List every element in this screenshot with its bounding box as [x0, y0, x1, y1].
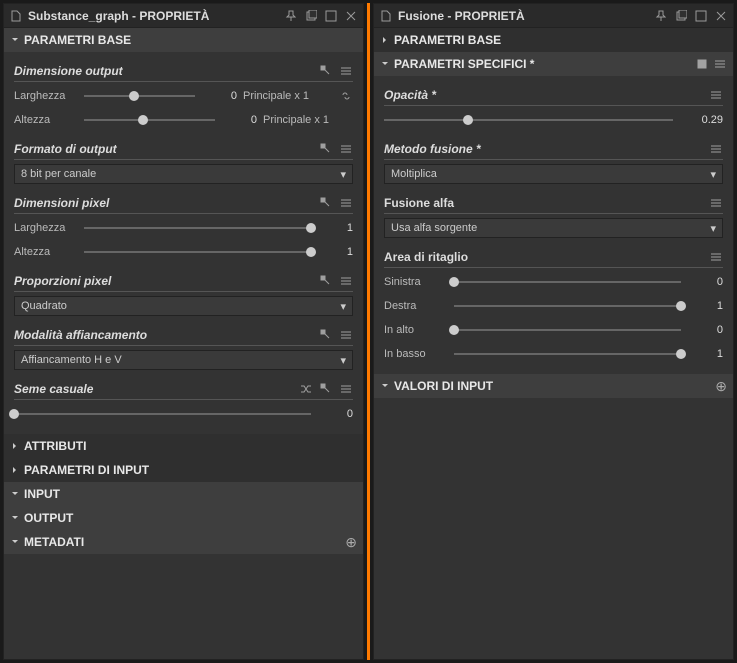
- row-in-alto: In alto 0: [384, 320, 723, 340]
- expose-icon[interactable]: [319, 142, 333, 156]
- link-icon[interactable]: [339, 89, 353, 103]
- row-in-basso: In basso 1: [384, 344, 723, 364]
- right-panel: Fusione - PROPRIETÀ PARAMETRI BASE PARAM…: [373, 3, 734, 660]
- popout-icon[interactable]: [673, 8, 689, 24]
- chevron-down-icon: [10, 489, 20, 499]
- chevron-down-icon: [380, 59, 390, 69]
- preset-icon[interactable]: [695, 57, 709, 71]
- menu-icon[interactable]: [339, 274, 353, 288]
- slider-larghezza[interactable]: [84, 88, 195, 104]
- group-fusione-alfa: Fusione alfa: [384, 192, 723, 214]
- section-parametri-base-right[interactable]: PARAMETRI BASE: [374, 28, 733, 52]
- section-parametri-input[interactable]: PARAMETRI DI INPUT: [4, 458, 363, 482]
- menu-icon[interactable]: [709, 250, 723, 264]
- chevron-down-icon: [380, 381, 390, 391]
- row-pixel-altezza: Altezza 1: [14, 242, 353, 262]
- group-proporzioni-pixel: Proporzioni pixel: [14, 270, 353, 292]
- group-metodo-fusione: Metodo fusione *: [384, 138, 723, 160]
- chevron-down-icon: ▾: [340, 168, 346, 181]
- panel-title: Substance_graph - PROPRIETÀ: [28, 9, 279, 23]
- chevron-right-icon: [10, 441, 20, 451]
- select-fusione-alfa[interactable]: Usa alfa sorgente ▾: [384, 218, 723, 238]
- menu-icon[interactable]: [709, 88, 723, 102]
- slider-in-alto[interactable]: [454, 322, 681, 338]
- chevron-down-icon: [10, 537, 20, 547]
- row-seme: 0: [14, 404, 353, 424]
- panel-title: Fusione - PROPRIETÀ: [398, 9, 649, 23]
- slider-opacita[interactable]: [384, 112, 673, 128]
- menu-icon[interactable]: [339, 142, 353, 156]
- menu-icon[interactable]: [709, 196, 723, 210]
- slider-pixel-altezza[interactable]: [84, 244, 311, 260]
- group-seme: Seme casuale: [14, 378, 353, 400]
- panel-header: Fusione - PROPRIETÀ: [374, 4, 733, 28]
- section-attributi[interactable]: ATTRIBUTI: [4, 434, 363, 458]
- shuffle-icon[interactable]: [299, 382, 313, 396]
- expose-icon[interactable]: [319, 382, 333, 396]
- expose-icon[interactable]: [319, 274, 333, 288]
- slider-in-basso[interactable]: [454, 346, 681, 362]
- group-dimensioni-pixel: Dimensioni pixel: [14, 192, 353, 214]
- panel-divider[interactable]: [367, 3, 370, 660]
- add-icon[interactable]: ⊕: [345, 534, 357, 551]
- document-icon: [378, 8, 394, 24]
- pin-icon[interactable]: [653, 8, 669, 24]
- chevron-right-icon: [380, 35, 390, 45]
- group-affiancamento: Modalità affiancamento: [14, 324, 353, 346]
- menu-icon[interactable]: [339, 64, 353, 78]
- slider-seme[interactable]: [14, 406, 311, 422]
- chevron-right-icon: [10, 465, 20, 475]
- expose-icon[interactable]: [319, 64, 333, 78]
- section-output[interactable]: OUTPUT: [4, 506, 363, 530]
- menu-icon[interactable]: [339, 328, 353, 342]
- add-icon[interactable]: ⊕: [715, 378, 727, 395]
- close-icon[interactable]: [713, 8, 729, 24]
- maximize-icon[interactable]: [693, 8, 709, 24]
- select-affiancamento[interactable]: Affiancamento H e V ▾: [14, 350, 353, 370]
- menu-icon[interactable]: [339, 196, 353, 210]
- slider-sinistra[interactable]: [454, 274, 681, 290]
- chevron-down-icon: ▾: [710, 222, 716, 235]
- row-pixel-larghezza: Larghezza 1: [14, 218, 353, 238]
- section-parametri-specifici[interactable]: PARAMETRI SPECIFICI *: [374, 52, 733, 76]
- pin-icon[interactable]: [283, 8, 299, 24]
- panel-header: Substance_graph - PROPRIETÀ: [4, 4, 363, 28]
- select-proporzioni[interactable]: Quadrato ▾: [14, 296, 353, 316]
- close-icon[interactable]: [343, 8, 359, 24]
- row-larghezza: Larghezza 0 Principale x 1: [14, 86, 353, 106]
- slider-destra[interactable]: [454, 298, 681, 314]
- menu-icon[interactable]: [713, 57, 727, 71]
- row-altezza: Altezza 0 Principale x 1: [14, 110, 353, 130]
- chevron-down-icon: [10, 35, 20, 45]
- document-icon: [8, 8, 24, 24]
- parametri-specifici-body: Opacità * 0.29 Metodo fusione * Moltipli…: [374, 76, 733, 374]
- row-sinistra: Sinistra 0: [384, 272, 723, 292]
- group-dimensione-output: Dimensione output: [14, 60, 353, 82]
- parametri-base-body: Dimensione output Larghezza 0 Principale…: [4, 52, 363, 434]
- maximize-icon[interactable]: [323, 8, 339, 24]
- section-input[interactable]: INPUT: [4, 482, 363, 506]
- section-parametri-base[interactable]: PARAMETRI BASE: [4, 28, 363, 52]
- chevron-down-icon: [10, 513, 20, 523]
- popout-icon[interactable]: [303, 8, 319, 24]
- section-valori-input[interactable]: VALORI DI INPUT ⊕: [374, 374, 733, 398]
- expose-icon[interactable]: [319, 196, 333, 210]
- row-destra: Destra 1: [384, 296, 723, 316]
- group-formato-output: Formato di output: [14, 138, 353, 160]
- expose-icon[interactable]: [319, 328, 333, 342]
- chevron-down-icon: ▾: [340, 300, 346, 313]
- group-opacita: Opacità *: [384, 84, 723, 106]
- menu-icon[interactable]: [339, 382, 353, 396]
- select-formato[interactable]: 8 bit per canale ▾: [14, 164, 353, 184]
- left-panel: Substance_graph - PROPRIETÀ PARAMETRI BA…: [3, 3, 364, 660]
- section-metadati[interactable]: METADATI ⊕: [4, 530, 363, 554]
- slider-altezza[interactable]: [84, 112, 215, 128]
- row-opacita: 0.29: [384, 110, 723, 130]
- chevron-down-icon: ▾: [340, 354, 346, 367]
- menu-icon[interactable]: [709, 142, 723, 156]
- select-metodo-fusione[interactable]: Moltiplica ▾: [384, 164, 723, 184]
- chevron-down-icon: ▾: [710, 168, 716, 181]
- group-area-ritaglio: Area di ritaglio: [384, 246, 723, 268]
- slider-pixel-larghezza[interactable]: [84, 220, 311, 236]
